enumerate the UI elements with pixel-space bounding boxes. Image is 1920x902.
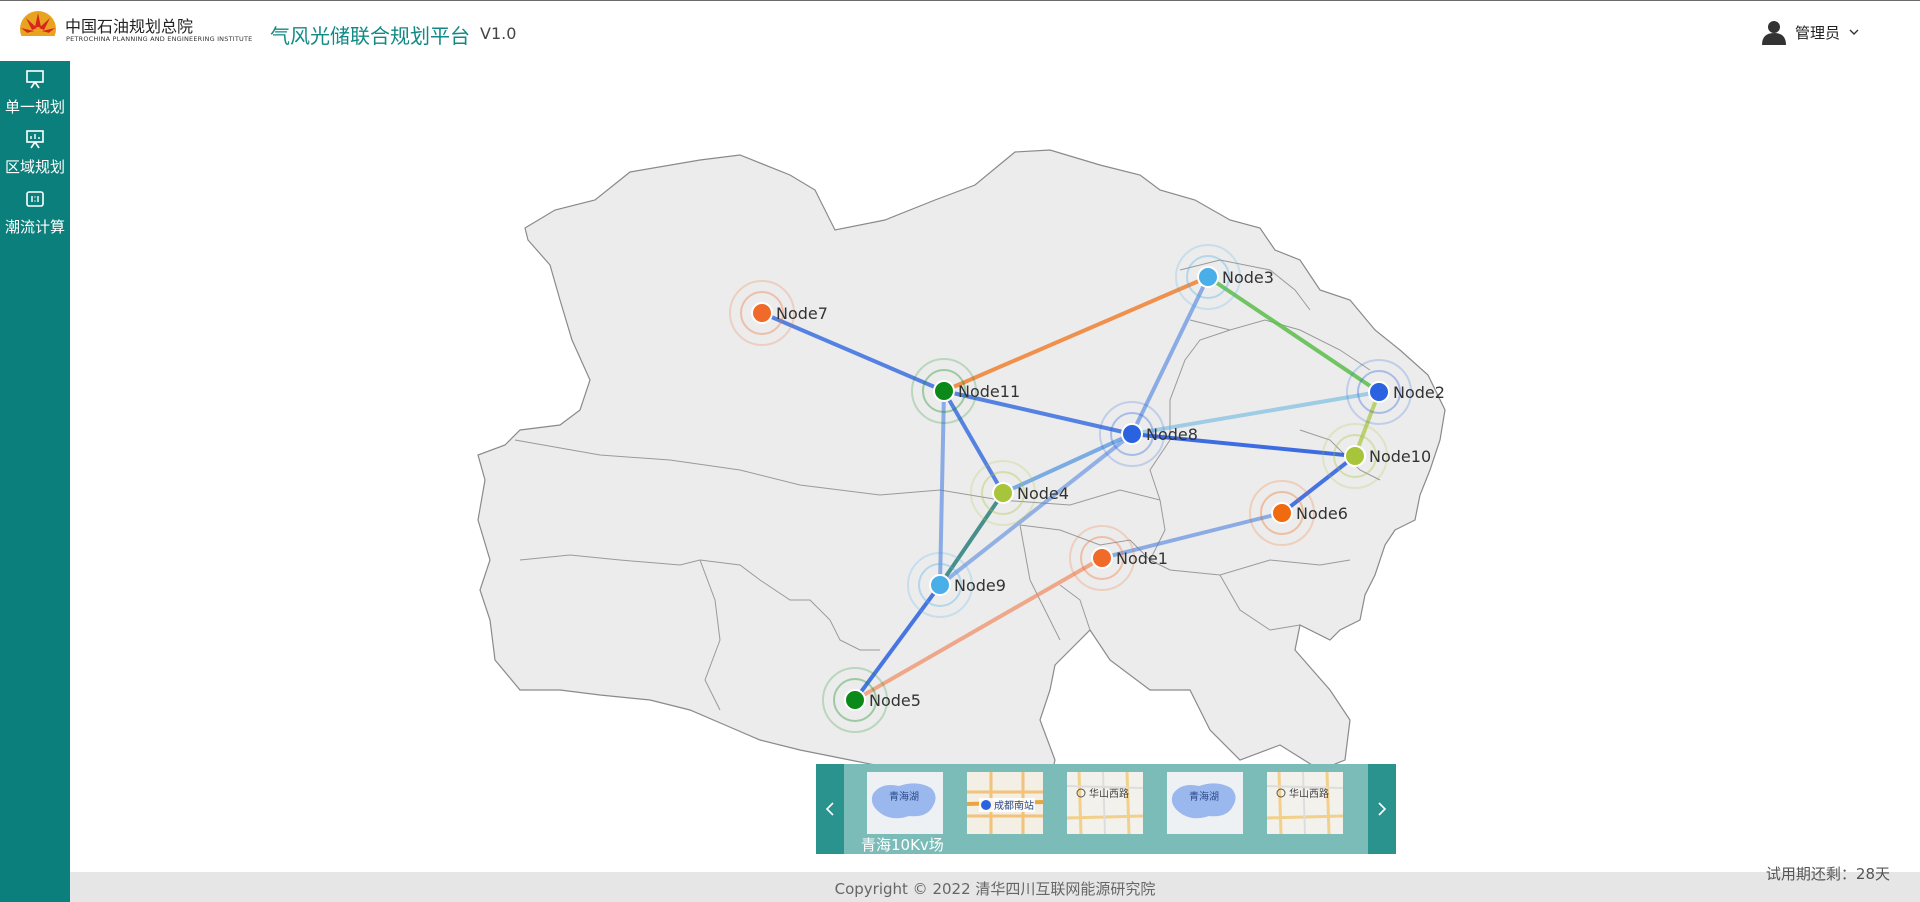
chevron-down-icon bbox=[1849, 29, 1859, 35]
chevron-right-icon bbox=[1378, 802, 1387, 816]
node-label: Node5 bbox=[869, 691, 921, 710]
thumb-label: 青海湖 bbox=[1189, 790, 1219, 803]
calculator-icon bbox=[26, 191, 44, 207]
thumb-label: 青海湖 bbox=[889, 790, 919, 803]
carousel-thumb[interactable]: 华山西路 bbox=[1267, 772, 1343, 834]
image-carousel: 青海湖 成都南站 华山西路 青海湖 华山西路 青海10Kv场 bbox=[816, 764, 1396, 854]
sidebar: 单一规划 区域规划 潮流计算 bbox=[0, 61, 70, 902]
node-label: Node10 bbox=[1369, 447, 1431, 466]
sidebar-item-single-planning[interactable]: 单一规划 bbox=[0, 63, 70, 121]
qinghai-grid-map[interactable]: Node1 Node2 Node3 Node4 Node5 Node6 Node… bbox=[70, 61, 1920, 872]
node-label: Node4 bbox=[1017, 484, 1069, 503]
station-map-thumbnail: 成都南站 bbox=[967, 772, 1043, 834]
user-name: 管理员 bbox=[1794, 23, 1840, 42]
org-name-cn: 中国石油规划总院 bbox=[65, 17, 194, 36]
org-name-en: PETROCHINA PLANNING AND ENGINEERING INST… bbox=[66, 35, 253, 43]
copyright-text: Copyright © 2022 清华四川互联网能源研究院 bbox=[834, 880, 1156, 898]
thumb-label: 成都南站 bbox=[994, 799, 1034, 812]
sidebar-item-power-flow[interactable]: 潮流计算 bbox=[0, 183, 70, 241]
presentation-board-icon bbox=[26, 70, 44, 89]
carousel-thumb[interactable]: 青海湖 bbox=[867, 772, 943, 834]
user-menu[interactable]: 管理员 bbox=[1761, 18, 1860, 46]
node-label: Node9 bbox=[954, 576, 1006, 595]
thumb-label: 华山西路 bbox=[1089, 787, 1129, 800]
lake-map-thumbnail: 青海湖 bbox=[1167, 772, 1243, 834]
app-title: 气风光储联合规划平台 bbox=[270, 24, 470, 48]
node-label: Node11 bbox=[958, 382, 1020, 401]
carousel-prev-button[interactable] bbox=[816, 764, 844, 854]
app-version: V1.0 bbox=[480, 24, 517, 43]
petrochina-logo-icon bbox=[20, 11, 56, 48]
carousel-thumb[interactable]: 成都南站 bbox=[967, 772, 1043, 834]
sidebar-item-label: 区域规划 bbox=[4, 158, 65, 176]
thumb-label: 华山西路 bbox=[1289, 787, 1329, 800]
node-label: Node6 bbox=[1296, 504, 1348, 523]
carousel-caption: 青海10Kv场 bbox=[861, 836, 944, 854]
header: 中国石油规划总院 PETROCHINA PLANNING AND ENGINEE… bbox=[0, 0, 1920, 61]
footer: Copyright © 2022 清华四川互联网能源研究院 bbox=[70, 872, 1920, 902]
presentation-chart-icon bbox=[26, 130, 44, 149]
carousel-thumb[interactable]: 华山西路 bbox=[1067, 772, 1143, 834]
node-label: Node7 bbox=[776, 304, 828, 323]
road-map-thumbnail: 华山西路 bbox=[1067, 772, 1143, 834]
road-map-thumbnail: 华山西路 bbox=[1267, 772, 1343, 834]
trial-remaining: 试用期还剩：28天 bbox=[1765, 865, 1890, 883]
sidebar-item-regional-planning[interactable]: 区域规划 bbox=[0, 123, 70, 181]
node-label: Node8 bbox=[1146, 425, 1198, 444]
user-avatar-icon bbox=[1761, 21, 1786, 45]
node-label: Node3 bbox=[1222, 268, 1274, 287]
node-label: Node1 bbox=[1116, 549, 1168, 568]
carousel-next-button[interactable] bbox=[1368, 764, 1396, 854]
node-label: Node2 bbox=[1393, 383, 1445, 402]
sidebar-item-label: 单一规划 bbox=[4, 98, 65, 116]
lake-map-thumbnail: 青海湖 bbox=[867, 772, 943, 834]
province-outline bbox=[477, 149, 1446, 841]
chevron-left-icon bbox=[825, 802, 834, 816]
carousel-thumb[interactable]: 青海湖 bbox=[1167, 772, 1243, 834]
sidebar-item-label: 潮流计算 bbox=[4, 218, 65, 236]
